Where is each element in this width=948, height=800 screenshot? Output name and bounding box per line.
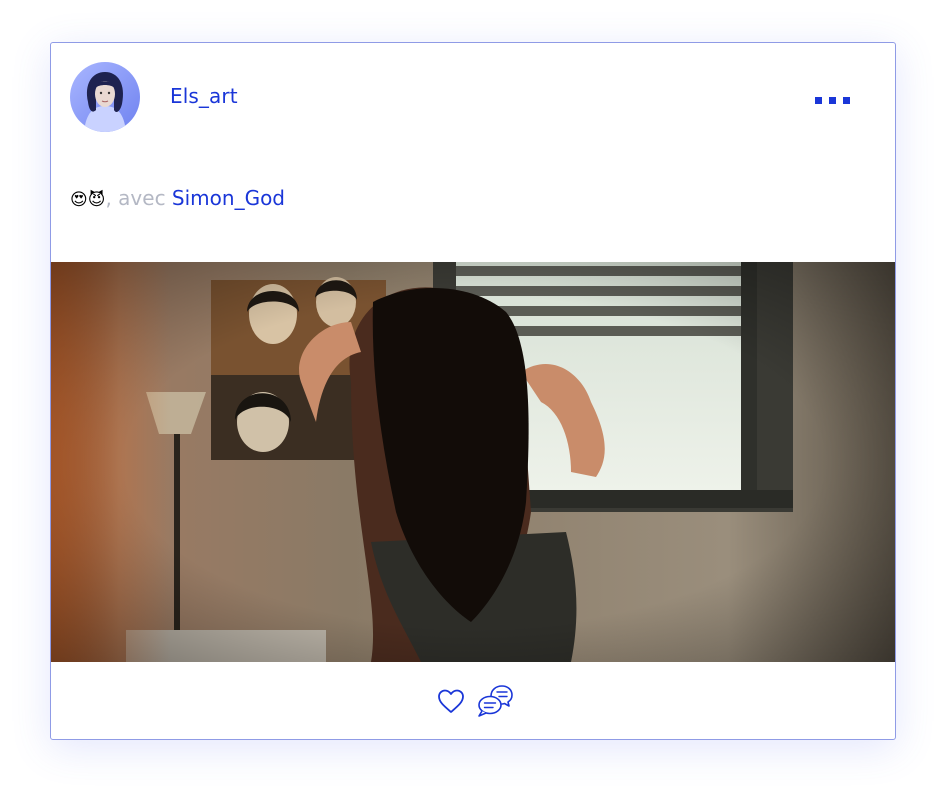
more-dot: [843, 96, 850, 104]
heart-icon: [438, 689, 464, 713]
avatar[interactable]: [70, 62, 140, 132]
more-dot: [829, 96, 836, 104]
post-actions: [51, 662, 895, 739]
post-photo[interactable]: [51, 262, 895, 662]
caption-emojis: 😍😈: [70, 190, 106, 210]
avatar-image: [70, 62, 140, 132]
tagged-user-link[interactable]: Simon_God: [172, 186, 285, 210]
post-card: Els_art 😍😈, avec Simon_God: [50, 42, 896, 740]
post-caption: 😍😈, avec Simon_God: [70, 186, 285, 212]
username-link[interactable]: Els_art: [170, 84, 238, 108]
post-header: Els_art: [51, 43, 895, 153]
caption-with-text: , avec: [105, 186, 172, 210]
photo-image: [51, 262, 895, 662]
more-options-button[interactable]: [815, 93, 855, 107]
like-button[interactable]: [437, 688, 465, 714]
more-dot: [815, 96, 822, 104]
chat-bubbles-icon: [478, 685, 513, 717]
comment-button[interactable]: [477, 684, 513, 718]
